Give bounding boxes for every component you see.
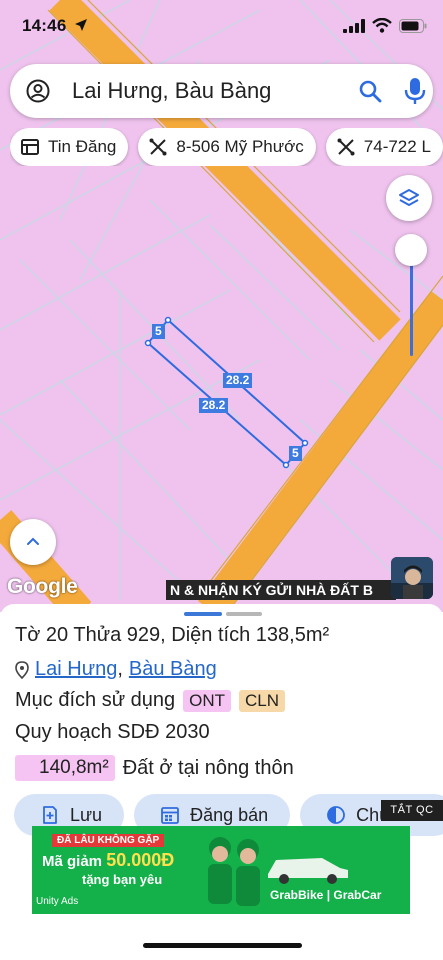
opacity-slider-thumb[interactable]: [395, 234, 427, 266]
half-circle-icon: [327, 806, 346, 824]
ad-riders-illustration: [208, 837, 260, 906]
planning-area: 140,8m²: [15, 755, 115, 781]
calendar-icon: [161, 807, 179, 824]
location-separator: ,: [117, 658, 123, 680]
parcel-side-label: 28.2: [199, 398, 229, 413]
ad-headline: ĐÃ LÂU KHÔNG GẶP: [52, 834, 165, 847]
sheet-label: Tờ: [15, 624, 41, 646]
parcel-label: Thửa: [73, 624, 122, 646]
ad-network: Unity Ads: [36, 896, 79, 907]
microphone-icon[interactable]: [403, 77, 427, 105]
location-pin-icon: [15, 660, 29, 679]
ad-banner[interactable]: ĐÃ LÂU KHÔNG GẶP Mã giảm 50.000Đ tặng bạ…: [32, 826, 410, 914]
search-input[interactable]: Lai Hưng, Bàu Bàng: [72, 78, 271, 104]
map-banner-text: N & NHẬN KÝ GỬI NHÀ ĐẤT B: [166, 580, 396, 600]
planning-label: Quy hoạch SDĐ 2030: [15, 721, 210, 743]
ad-brands: GrabBike | GrabCar: [270, 888, 382, 902]
parcel-side-label: 28.2: [223, 373, 253, 388]
filter-chips: Tin Đăng 8-506 Mỹ Phước 74-722 L: [10, 128, 443, 166]
save-label: Lưu: [70, 804, 103, 825]
parcel-info-sheet: Tờ 20 Thửa 929, Diện tích 138,5m² Lai Hư…: [0, 604, 443, 960]
close-ad-button[interactable]: TẮT QC: [381, 800, 443, 821]
post-for-sale-label: Đăng bán: [190, 804, 269, 825]
chip-route-74-722[interactable]: 74-722 L: [325, 128, 443, 166]
search-bar[interactable]: Lai Hưng, Bàu Bàng: [10, 64, 433, 118]
listing-icon: [21, 139, 39, 155]
ad-promo: Mã giảm 50.000Đ: [42, 850, 174, 871]
account-icon[interactable]: [26, 79, 50, 103]
ad-promo-value: 50.000Đ: [106, 850, 175, 870]
bookmark-add-icon: [43, 806, 57, 824]
commune-link[interactable]: Lai Hưng: [35, 658, 117, 681]
area-value: 138,5m²: [255, 624, 330, 646]
sheet-handle[interactable]: [184, 612, 222, 616]
user-thumbnail[interactable]: [391, 557, 433, 599]
parcel-side-label: 5: [289, 446, 302, 461]
sheet-handle[interactable]: [226, 612, 262, 616]
area-label: Diện tích: [171, 624, 251, 646]
chip-label: 74-722 L: [363, 137, 431, 156]
chevron-up-icon: [27, 537, 39, 545]
planning-type: Đất ở tại nông thôn: [122, 756, 294, 779]
expand-sheet-button[interactable]: [10, 519, 56, 565]
parcel-location: Lai Hưng, Bàu Bàng: [15, 658, 217, 681]
location-arrow-icon: [75, 19, 87, 31]
sheet-number: 20: [45, 624, 69, 646]
planning-row: 140,8m² Đất ở tại nông thôn: [15, 755, 294, 781]
chip-listings[interactable]: Tin Đăng: [10, 128, 129, 166]
land-use-label: Mục đích sử dụng: [15, 689, 176, 711]
search-icon[interactable]: [358, 79, 382, 103]
google-logo: Google: [7, 575, 78, 598]
status-bar: 14:46: [0, 0, 443, 54]
status-time: 14:46: [22, 16, 67, 35]
land-use-tag: CLN: [239, 689, 286, 712]
cellular-signal-icon: [343, 18, 365, 33]
layers-button[interactable]: [386, 175, 432, 221]
chip-label: Tin Đăng: [48, 137, 117, 156]
land-use-tag: ONT: [183, 689, 232, 712]
route-icon: [337, 138, 355, 156]
wifi-icon: [372, 18, 392, 33]
chip-label: 8-506 Mỹ Phước: [176, 137, 304, 156]
land-use-row: Mục đích sử dụng ONT CLN: [15, 689, 286, 712]
parcel-number: 929: [126, 624, 161, 646]
parcel-title: Tờ 20 Thửa 929, Diện tích 138,5m²: [15, 624, 330, 646]
home-indicator[interactable]: [143, 943, 302, 948]
chip-route-my-phuoc[interactable]: 8-506 Mỹ Phước: [138, 128, 316, 166]
route-icon: [149, 138, 167, 156]
district-link[interactable]: Bàu Bàng: [129, 658, 217, 681]
battery-icon: [399, 18, 427, 33]
car-icon: [268, 858, 348, 884]
layers-icon: [399, 189, 419, 206]
parcel-side-label: 5: [152, 324, 165, 339]
ad-promo-prefix: Mã giảm: [42, 853, 103, 870]
ad-promo-suffix: tặng bạn yêu: [82, 872, 163, 887]
